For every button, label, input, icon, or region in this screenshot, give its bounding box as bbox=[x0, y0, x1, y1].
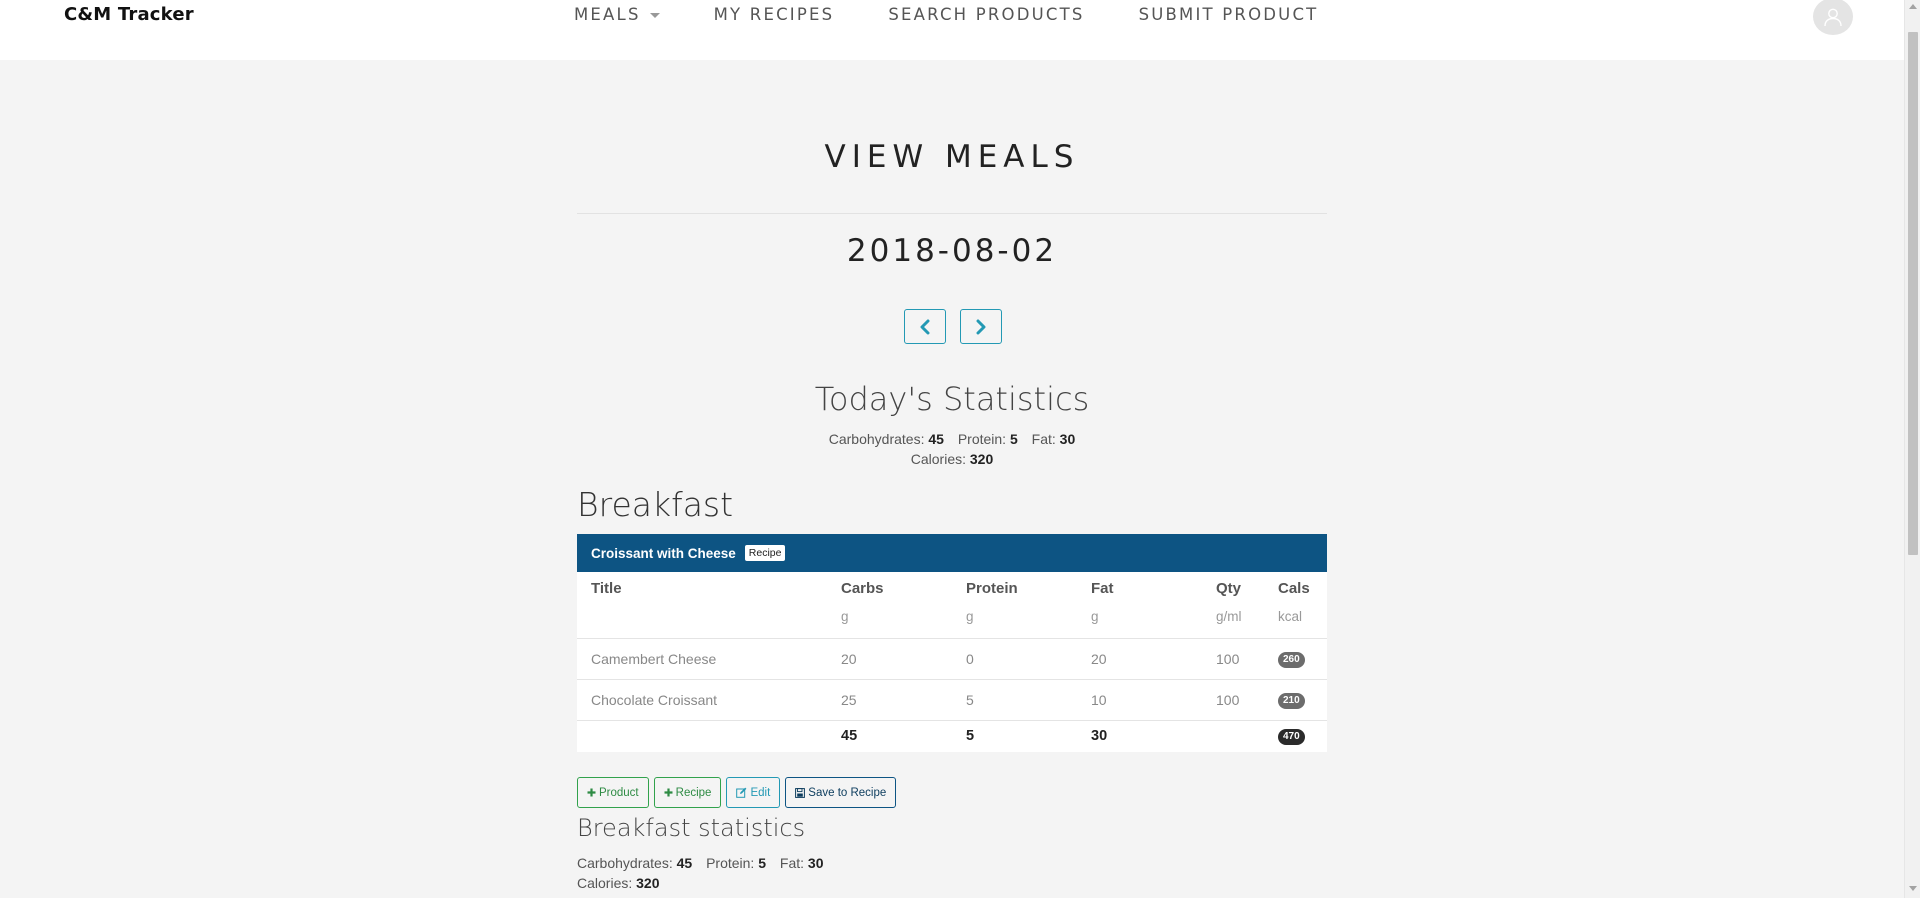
item-fat: 20 bbox=[1077, 637, 1202, 679]
total-calories-badge: 470 bbox=[1278, 729, 1305, 746]
unit-cals: kcal bbox=[1278, 609, 1303, 625]
totals-row: 45 5 30 470 bbox=[577, 719, 1327, 752]
item-carbs: 25 bbox=[827, 678, 952, 720]
item-carbs: 20 bbox=[827, 637, 952, 679]
unit-fat: g bbox=[1091, 609, 1099, 625]
column-header-title: Title bbox=[591, 580, 622, 597]
meal-items-table: Title Carbs Protein Fat Qty Cals g g g g… bbox=[577, 572, 1327, 752]
item-title: Camembert Cheese bbox=[577, 637, 827, 679]
carbs-label: Carbohydrates: bbox=[828, 431, 925, 447]
protein-label: Protein: bbox=[957, 431, 1007, 447]
item-calories-badge: 260 bbox=[1278, 652, 1305, 668]
edit-meal-button[interactable]: Edit bbox=[726, 777, 781, 808]
date-navigation bbox=[904, 309, 1002, 344]
item-qty: 100 bbox=[1202, 637, 1264, 679]
column-header-qty: Qty bbox=[1216, 580, 1242, 597]
brand-logo[interactable]: C&M Tracker bbox=[64, 4, 194, 25]
item-fat: 10 bbox=[1077, 678, 1202, 720]
calories-label: Calories: bbox=[910, 451, 966, 467]
unit-qty: g/ml bbox=[1216, 609, 1242, 625]
item-protein: 0 bbox=[952, 637, 1077, 679]
table-row: Chocolate Croissant 25 5 10 100 210 bbox=[577, 678, 1327, 720]
column-header-carbs: Carbs bbox=[841, 580, 884, 597]
unit-protein: g bbox=[966, 609, 974, 625]
item-calories-badge: 210 bbox=[1278, 693, 1305, 709]
pencil-square-icon bbox=[736, 787, 747, 798]
protein-value: 5 bbox=[1009, 431, 1018, 447]
recipe-name: Croissant with Cheese bbox=[591, 545, 736, 561]
breakfast-macros: Carbohydrates: 45 Protein: 5 Fat: 30 bbox=[577, 855, 824, 871]
nav-my-recipes[interactable]: MY RECIPES bbox=[714, 5, 835, 24]
previous-day-button[interactable] bbox=[904, 309, 946, 344]
current-date: 2018-08-02 bbox=[846, 233, 1058, 269]
breakfast-statistics-title: Breakfast statistics bbox=[577, 814, 806, 842]
fat-value: 30 bbox=[1059, 431, 1076, 447]
item-protein: 5 bbox=[952, 678, 1077, 720]
item-title: Chocolate Croissant bbox=[577, 678, 827, 720]
floppy-disk-icon bbox=[795, 787, 806, 798]
meal-actions: Product Recipe Edit Save to Recipe bbox=[577, 777, 897, 808]
chevron-right-icon bbox=[976, 319, 986, 334]
todays-macros: Carbohydrates: 45 Protein: 5 Fat: 30 bbox=[577, 431, 1327, 447]
todays-calories: Calories: 320 bbox=[577, 451, 1327, 467]
scroll-up-arrow-icon[interactable] bbox=[1909, 4, 1917, 9]
save-to-recipe-button[interactable]: Save to Recipe bbox=[785, 777, 897, 808]
main-nav: MEALS MY RECIPES SEARCH PRODUCTS SUBMIT … bbox=[574, 5, 1372, 24]
chevron-left-icon bbox=[920, 319, 930, 334]
nav-meals-dropdown[interactable]: MEALS bbox=[574, 5, 660, 24]
calories-value: 320 bbox=[969, 451, 994, 467]
calories-label: Calories: bbox=[577, 875, 633, 891]
title-divider bbox=[577, 213, 1327, 214]
add-product-button[interactable]: Product bbox=[577, 777, 649, 808]
user-silhouette-icon bbox=[1824, 8, 1842, 26]
item-qty: 100 bbox=[1202, 678, 1264, 720]
protein-value: 5 bbox=[758, 855, 767, 871]
nav-submit-product[interactable]: SUBMIT PRODUCT bbox=[1139, 5, 1319, 24]
column-header-fat: Fat bbox=[1091, 580, 1114, 597]
user-avatar-icon[interactable] bbox=[1813, 0, 1853, 35]
units-row: g g g g/ml kcal bbox=[577, 600, 1327, 638]
recipe-badge: Recipe bbox=[744, 545, 786, 561]
fat-value: 30 bbox=[807, 855, 824, 871]
edit-label: Edit bbox=[750, 786, 771, 799]
top-navbar: C&M Tracker MEALS MY RECIPES SEARCH PROD… bbox=[0, 0, 1904, 60]
calories-value: 320 bbox=[636, 875, 660, 891]
breakfast-calories: Calories: 320 bbox=[577, 875, 660, 891]
total-fat: 30 bbox=[1077, 719, 1202, 752]
fat-label: Fat: bbox=[1031, 431, 1056, 447]
total-carbs: 45 bbox=[827, 719, 952, 752]
unit-carbs: g bbox=[841, 609, 849, 625]
fat-label: Fat: bbox=[779, 855, 805, 871]
nav-meals-label: MEALS bbox=[574, 5, 641, 24]
page-title: VIEW MEALS bbox=[824, 139, 1080, 175]
column-header-cals: Cals bbox=[1278, 580, 1310, 597]
carbs-label: Carbohydrates: bbox=[577, 855, 673, 871]
carbs-value: 45 bbox=[928, 431, 944, 447]
todays-statistics-title: Today's Statistics bbox=[814, 380, 1090, 418]
scroll-down-arrow-icon[interactable] bbox=[1909, 886, 1917, 891]
table-header-row: Title Carbs Protein Fat Qty Cals bbox=[577, 572, 1327, 600]
column-header-protein: Protein bbox=[966, 580, 1018, 597]
protein-label: Protein: bbox=[706, 855, 755, 871]
next-day-button[interactable] bbox=[960, 309, 1002, 344]
table-row: Camembert Cheese 20 0 20 100 260 bbox=[577, 637, 1327, 679]
add-recipe-button[interactable]: Recipe bbox=[653, 777, 722, 808]
caret-down-icon bbox=[649, 13, 660, 18]
carbs-value: 45 bbox=[676, 855, 693, 871]
meal-section-title: Breakfast bbox=[577, 485, 734, 524]
scroll-thumb[interactable] bbox=[1908, 32, 1918, 555]
plus-icon bbox=[587, 788, 596, 797]
plus-icon bbox=[664, 788, 673, 797]
page-scrollbar[interactable] bbox=[1904, 0, 1920, 898]
save-to-recipe-label: Save to Recipe bbox=[808, 786, 887, 799]
recipe-header: Croissant with Cheese Recipe bbox=[577, 534, 1327, 572]
add-product-label: Product bbox=[599, 786, 639, 799]
nav-search-products[interactable]: SEARCH PRODUCTS bbox=[888, 5, 1084, 24]
total-protein: 5 bbox=[952, 719, 1077, 752]
add-recipe-label: Recipe bbox=[675, 786, 712, 799]
